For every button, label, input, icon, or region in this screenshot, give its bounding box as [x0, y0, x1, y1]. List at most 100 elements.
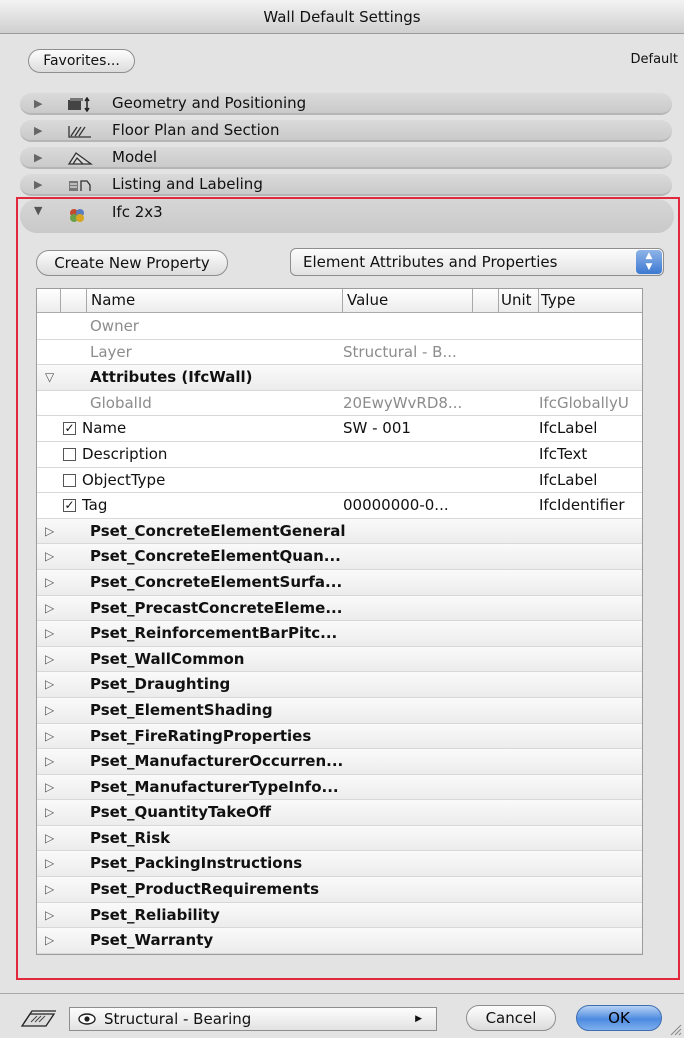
table-row[interactable]: ✓ Tag 00000000-0... IfcIdentifier [37, 493, 642, 519]
cell-name: ObjectType [82, 470, 166, 489]
column-header-blank [473, 289, 499, 313]
disclosure-triangle-open-icon[interactable]: ▼ [34, 204, 42, 217]
table-row[interactable]: Owner [37, 314, 642, 340]
property-group-row[interactable]: ▷ Pset_ConcreteElementGeneral [37, 518, 642, 545]
disclosure-closed-icon[interactable]: ▷ [45, 570, 59, 595]
disclosure-closed-icon[interactable]: ▷ [45, 698, 59, 723]
property-group-row[interactable]: ▽ Attributes (IfcWall) [37, 365, 642, 391]
property-group-row[interactable]: ▷ Pset_ConcreteElementSurfa... [37, 569, 642, 596]
table-header: Name Value Unit Type [37, 289, 642, 313]
disclosure-closed-icon[interactable]: ▷ [45, 544, 59, 569]
table-row[interactable]: GlobalId 20EwyWvRD8... IfcGloballyU [37, 391, 642, 417]
property-group-row[interactable]: ▷ Pset_ManufacturerOccurren... [37, 749, 642, 775]
window-titlebar: Wall Default Settings [0, 0, 684, 34]
create-new-property-button[interactable]: Create New Property [36, 250, 228, 276]
disclosure-closed-icon[interactable]: ▷ [45, 877, 59, 902]
section-model[interactable]: ▶ Model [20, 147, 672, 169]
table-row[interactable]: ObjectType IfcLabel [37, 468, 642, 494]
disclosure-triangle-icon[interactable]: ▶ [34, 93, 42, 114]
disclosure-closed-icon[interactable]: ▷ [45, 775, 59, 800]
column-header-name[interactable]: Name [87, 289, 343, 313]
section-listing-and-labeling[interactable]: ▶ Listing and Labeling [20, 174, 672, 196]
disclosure-closed-icon[interactable]: ▷ [45, 596, 59, 621]
disclosure-closed-icon[interactable]: ▷ [45, 647, 59, 672]
section-label: Listing and Labeling [112, 175, 263, 193]
up-down-arrows-icon: ▲ ▼ [636, 250, 662, 274]
disclosure-triangle-icon[interactable]: ▶ [34, 147, 42, 168]
cell-type: IfcLabel [539, 470, 598, 489]
ok-button[interactable]: OK [576, 1005, 662, 1031]
checkbox-checked[interactable]: ✓ [63, 422, 76, 436]
disclosure-closed-icon[interactable]: ▷ [45, 749, 59, 774]
column-header-value[interactable]: Value [343, 289, 473, 313]
disclosure-triangle-icon[interactable]: ▶ [34, 174, 42, 195]
disclosure-closed-icon[interactable]: ▷ [45, 903, 59, 928]
column-header-unit[interactable]: Unit [499, 289, 539, 313]
disclosure-closed-icon[interactable]: ▷ [45, 851, 59, 876]
layer-select-value: Structural - Bearing [104, 1010, 252, 1028]
section-floor-plan-and-section[interactable]: ▶ Floor Plan and Section [20, 120, 672, 142]
cell-value[interactable]: SW - 001 [343, 416, 503, 441]
column-header-type[interactable]: Type [539, 289, 642, 313]
cell-name: Tag [82, 496, 108, 515]
model-icon [67, 152, 93, 165]
view-mode-value: Element Attributes and Properties [303, 253, 558, 271]
table-row[interactable]: ✓ Name SW - 001 IfcLabel [37, 416, 642, 442]
checkbox-checked[interactable]: ✓ [63, 499, 76, 513]
property-group-row[interactable]: ▷ Pset_Risk [37, 825, 642, 852]
cell-type: IfcLabel [539, 419, 598, 438]
property-group-row[interactable]: ▷ Pset_QuantityTakeOff [37, 800, 642, 826]
cell-name: Pset_ProductRequirements [90, 880, 320, 899]
property-group-row[interactable]: ▷ Pset_PrecastConcreteEleme... [37, 595, 642, 622]
cell-name: Pset_WallCommon [90, 649, 245, 668]
checkbox-unchecked[interactable] [63, 473, 76, 487]
property-group-row[interactable]: ▷ Pset_Draughting [37, 672, 642, 698]
section-label: Ifc 2x3 [112, 203, 163, 221]
disclosure-closed-icon[interactable]: ▷ [45, 672, 59, 697]
cell-name: Pset_PackingInstructions [90, 854, 303, 873]
disclosure-closed-icon[interactable]: ▷ [45, 621, 59, 646]
cell-value: 20EwyWvRD8... [343, 393, 463, 412]
disclosure-open-icon[interactable]: ▽ [45, 365, 59, 390]
window-title: Wall Default Settings [263, 8, 421, 26]
layer-select[interactable]: Structural - Bearing ▶ [69, 1007, 437, 1031]
create-new-property-label: Create New Property [54, 254, 210, 272]
property-group-row[interactable]: ▷ Pset_ProductRequirements [37, 877, 642, 903]
section-geometry-and-positioning[interactable]: ▶ Geometry and Positioning [20, 93, 672, 115]
property-group-row[interactable]: ▷ Pset_Reliability [37, 902, 642, 929]
property-group-row[interactable]: ▷ Pset_ElementShading [37, 697, 642, 724]
disclosure-closed-icon[interactable]: ▷ [45, 928, 59, 953]
resize-grip-icon[interactable] [668, 1022, 682, 1036]
cell-name: Pset_Reliability [90, 905, 220, 924]
cell-name: Pset_Risk [90, 828, 171, 847]
view-mode-select[interactable]: Element Attributes and Properties ▲ ▼ [290, 248, 664, 276]
disclosure-triangle-icon[interactable]: ▶ [34, 120, 42, 141]
footer-divider [0, 993, 684, 994]
disclosure-closed-icon[interactable]: ▷ [45, 519, 59, 544]
property-group-row[interactable]: ▷ Pset_ConcreteElementQuan... [37, 544, 642, 570]
property-group-row[interactable]: ▷ Pset_ManufacturerTypeInfo... [37, 774, 642, 801]
section-ifc-2x3[interactable]: ▼ Ifc 2x3 [20, 199, 674, 233]
floor-plan-icon [68, 126, 91, 138]
property-group-row[interactable]: ▷ Pset_ReinforcementBarPitc... [37, 621, 642, 647]
default-status-label: Default [630, 52, 679, 67]
checkbox-unchecked[interactable] [63, 447, 76, 461]
disclosure-closed-icon[interactable]: ▷ [45, 826, 59, 851]
layer-settings-icon[interactable] [20, 1008, 58, 1030]
table-row[interactable]: Layer Structural - B... [37, 340, 642, 366]
disclosure-closed-icon[interactable]: ▷ [45, 800, 59, 825]
property-group-row[interactable]: ▷ Pset_Warranty [37, 928, 642, 954]
property-group-row[interactable]: ▷ Pset_PackingInstructions [37, 851, 642, 878]
section-label: Model [112, 148, 158, 166]
listing-icon [69, 180, 91, 191]
ok-button-label: OK [608, 1009, 630, 1027]
cell-name: Pset_QuantityTakeOff [90, 803, 272, 822]
disclosure-closed-icon[interactable]: ▷ [45, 724, 59, 749]
table-row[interactable]: Description IfcText [37, 442, 642, 468]
cancel-button[interactable]: Cancel [466, 1005, 556, 1031]
property-group-row[interactable]: ▷ Pset_FireRatingProperties [37, 723, 642, 750]
cell-value[interactable]: 00000000-0... [343, 493, 503, 518]
cell-name: Pset_FireRatingProperties [90, 726, 312, 745]
property-group-row[interactable]: ▷ Pset_WallCommon [37, 646, 642, 673]
favorites-button[interactable]: Favorites... [28, 49, 135, 73]
